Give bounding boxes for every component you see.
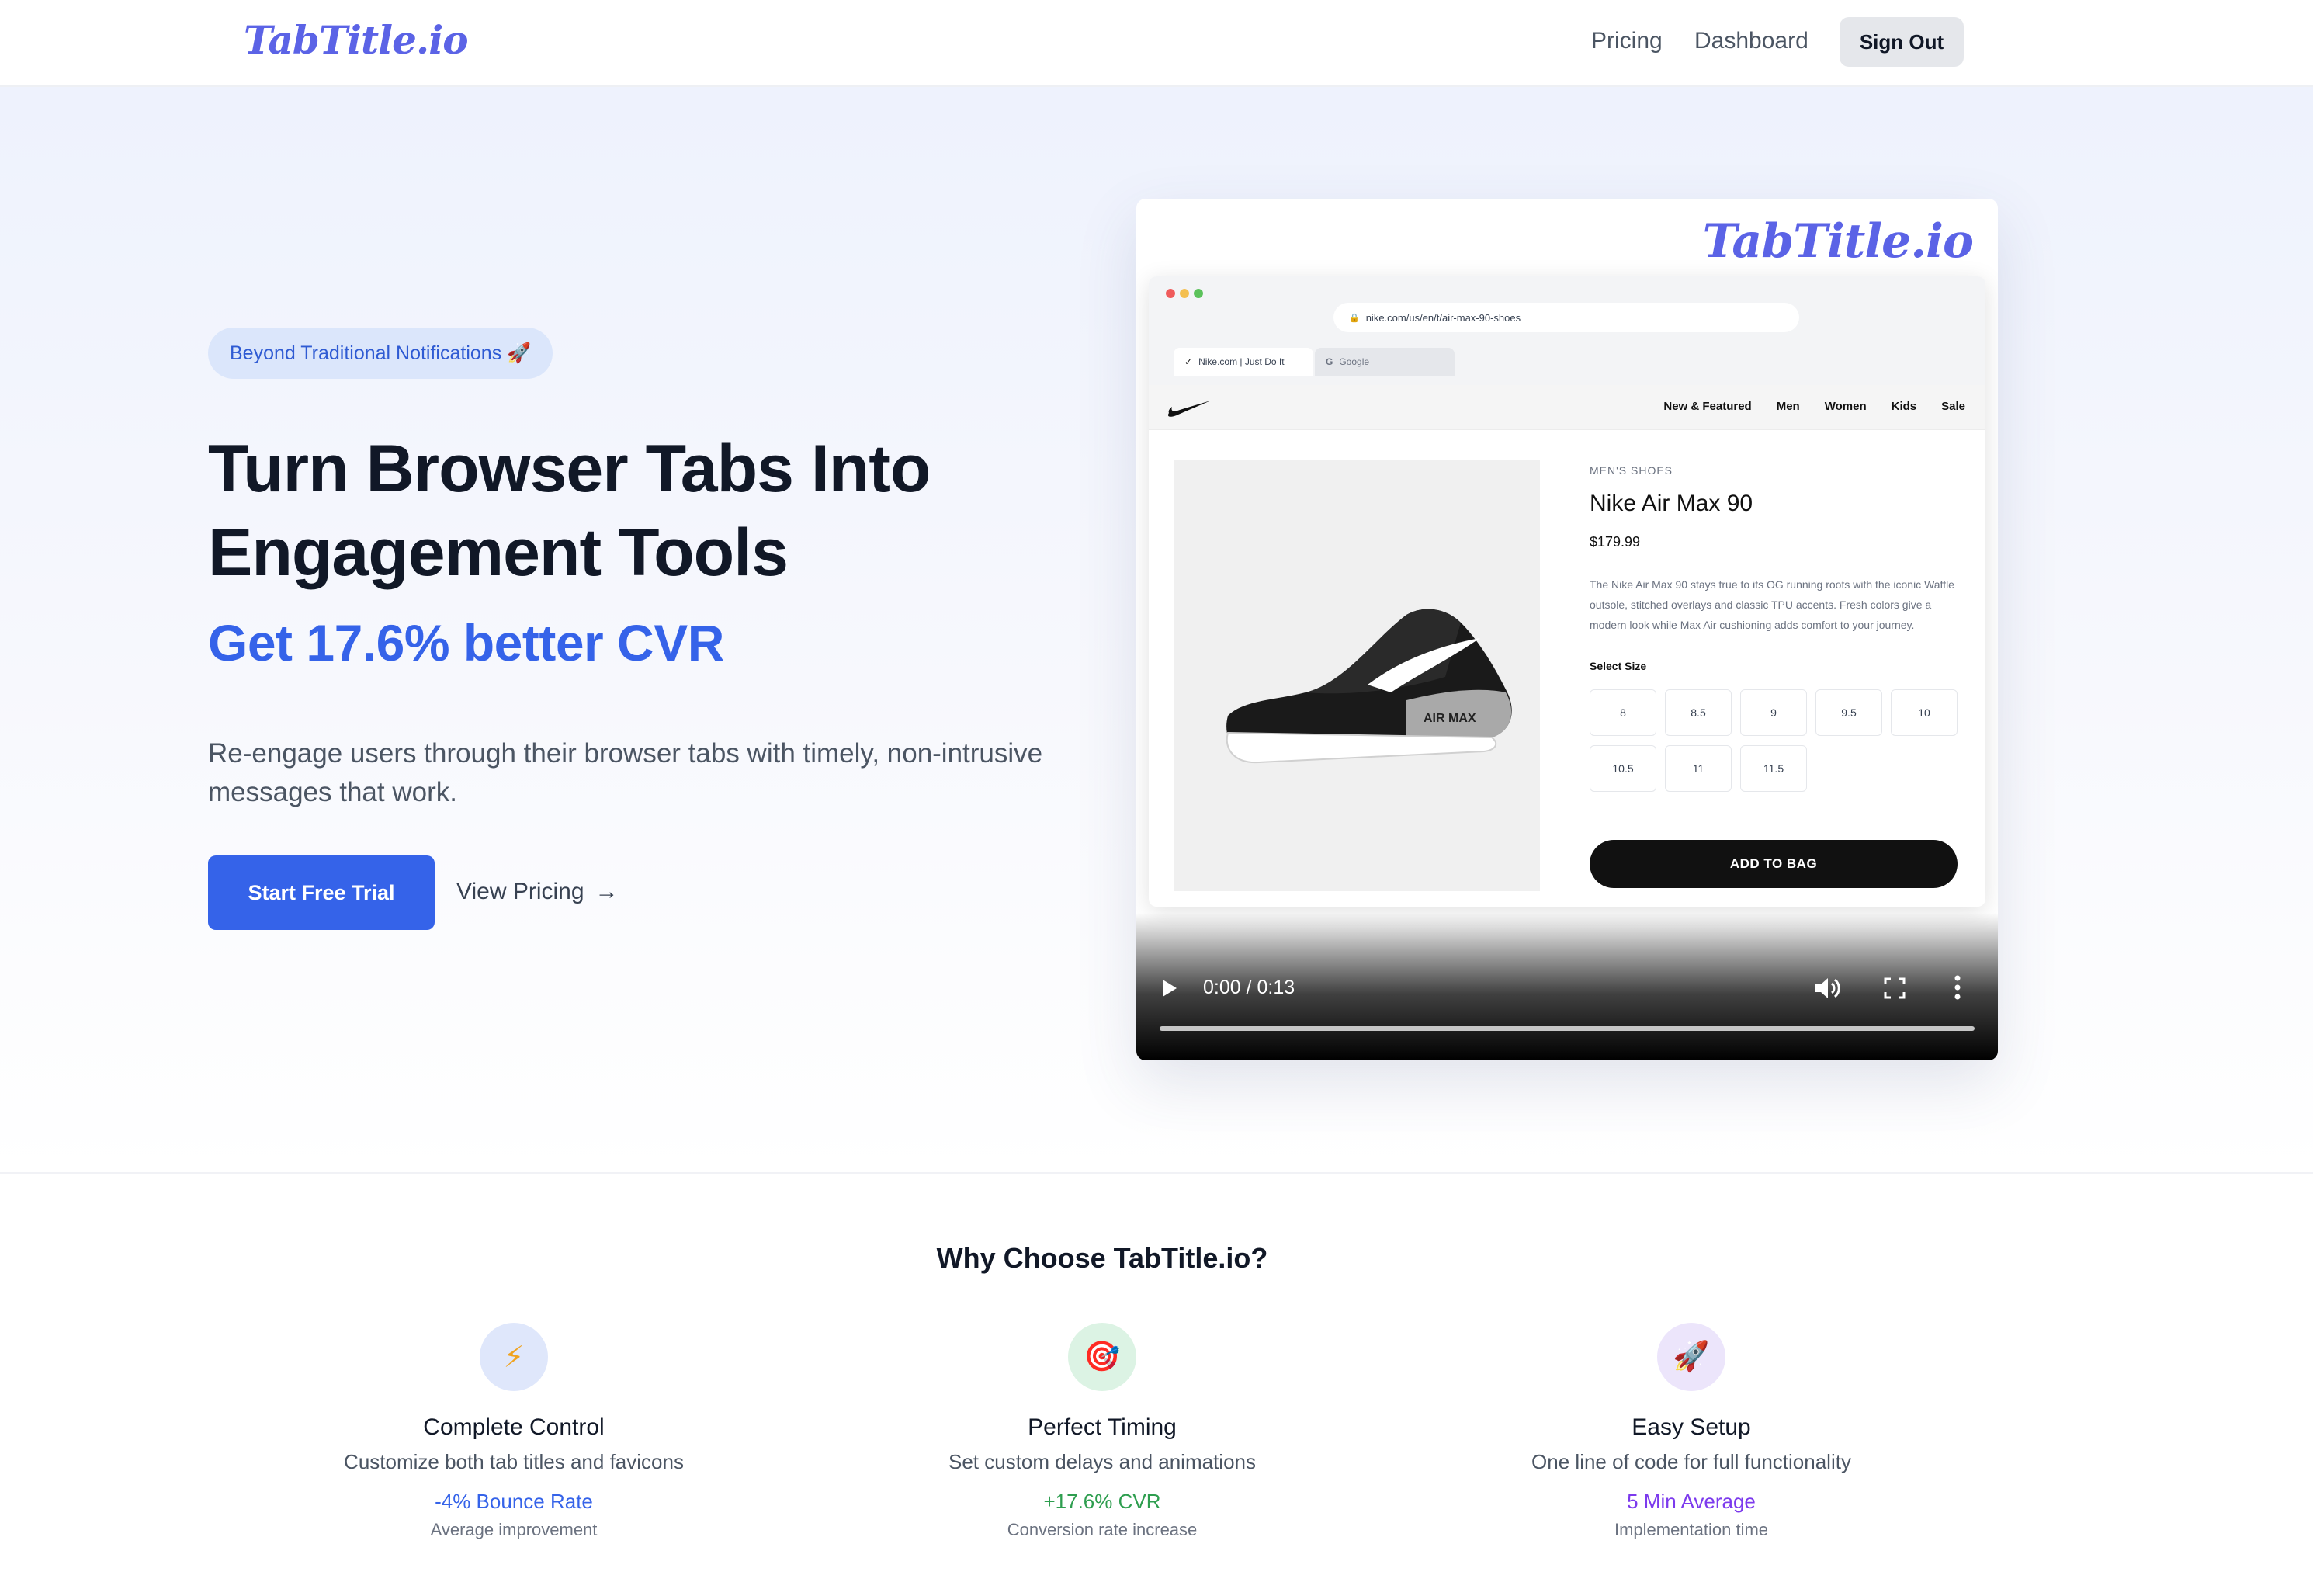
target-icon: 🎯: [1068, 1323, 1136, 1391]
why-section-title: Why Choose TabTitle.io?: [936, 1242, 1268, 1274]
nike-favicon-icon: ✓: [1184, 356, 1193, 367]
browser-chrome: 🔒 nike.com/us/en/t/air-max-90-shoes ✓ Ni…: [1149, 276, 1985, 385]
google-favicon-icon: G: [1326, 356, 1333, 367]
feature-metric: 5 Min Average: [1627, 1490, 1756, 1513]
size-option: 9.5: [1815, 689, 1882, 736]
video-time: 0:00 / 0:13: [1203, 977, 1295, 998]
start-free-trial-button[interactable]: Start Free Trial: [208, 855, 435, 930]
feature-title: Easy Setup: [1632, 1414, 1751, 1440]
feature-description: Set custom delays and animations: [948, 1450, 1256, 1473]
feature-metric-caption: Average improvement: [430, 1520, 598, 1539]
nav-link-dashboard[interactable]: Dashboard: [1694, 28, 1808, 54]
headline-line-1: Turn Browser Tabs Into: [208, 432, 931, 506]
view-pricing-label: View Pricing: [456, 879, 584, 904]
section-divider: [0, 1172, 2313, 1174]
hero-badge: Beyond Traditional Notifications 🚀: [208, 328, 553, 379]
logo[interactable]: TabTitle.io: [244, 17, 469, 63]
size-grid: 8 8.5 9 9.5 10 10.5 11 11.5: [1590, 689, 1959, 792]
feature-card-easy-setup: 🚀 Easy Setup One line of code for full f…: [1396, 1323, 1986, 1540]
browser-mockup: 🔒 nike.com/us/en/t/air-max-90-shoes ✓ Ni…: [1149, 276, 1985, 907]
fullscreen-icon[interactable]: [1883, 977, 1906, 1000]
browser-tab-label: Google: [1339, 356, 1370, 367]
nike-nav-item: Men: [1776, 400, 1800, 413]
arrow-right-icon: →: [595, 879, 619, 904]
product-description: The Nike Air Max 90 stays true to its OG…: [1590, 578, 1954, 631]
address-bar: 🔒 nike.com/us/en/t/air-max-90-shoes: [1333, 303, 1799, 332]
browser-tab-label: Nike.com | Just Do It: [1198, 356, 1285, 367]
size-option: 8: [1590, 689, 1656, 736]
demo-video-player[interactable]: TabTitle.io 🔒 nike.com/us/en/t/air-max-9…: [1136, 199, 1998, 1060]
feature-card-complete-control: ⚡ Complete Control Customize both tab ti…: [219, 1323, 809, 1540]
svg-text:AIR MAX: AIR MAX: [1424, 712, 1476, 725]
window-close-dot-icon: [1166, 289, 1175, 298]
video-watermark-logo: TabTitle.io: [1702, 214, 1974, 269]
nike-nav-item: Sale: [1941, 400, 1965, 413]
product-price: $179.99: [1590, 534, 1641, 550]
window-maximize-dot-icon: [1194, 289, 1203, 298]
hero-description: Re-engage users through their browser ta…: [208, 738, 1043, 807]
rocket-icon: 🚀: [1657, 1323, 1725, 1391]
nike-nav-item: Women: [1824, 400, 1867, 413]
feature-metric-caption: Conversion rate increase: [1007, 1520, 1198, 1539]
browser-tab-google: G Google: [1315, 348, 1455, 376]
size-option: 10: [1891, 689, 1958, 736]
view-pricing-link[interactable]: View Pricing →: [456, 879, 619, 905]
product-category: MEN'S SHOES: [1590, 464, 1673, 477]
size-option: 8.5: [1665, 689, 1732, 736]
nav-link-pricing[interactable]: Pricing: [1591, 28, 1663, 54]
browser-tab-nike: ✓ Nike.com | Just Do It: [1174, 348, 1313, 376]
window-minimize-dot-icon: [1180, 289, 1189, 298]
play-icon[interactable]: [1163, 980, 1177, 997]
volume-icon[interactable]: [1813, 975, 1841, 1001]
nike-nav-item: New & Featured: [1663, 400, 1752, 413]
address-bar-url: nike.com/us/en/t/air-max-90-shoes: [1365, 311, 1521, 324]
feature-title: Complete Control: [423, 1414, 605, 1440]
nike-nav-item: Kids: [1891, 400, 1917, 413]
product-name: Nike Air Max 90: [1590, 491, 1753, 516]
nike-swoosh-logo-icon: [1167, 401, 1211, 417]
feature-metric-caption: Implementation time: [1614, 1520, 1769, 1539]
product-image: AIR MAX: [1174, 460, 1540, 891]
size-option: 9: [1740, 689, 1807, 736]
size-option: 11: [1665, 745, 1732, 792]
size-option: 10.5: [1590, 745, 1656, 792]
lock-icon: 🔒: [1349, 313, 1360, 323]
feature-description: One line of code for full functionality: [1531, 1450, 1851, 1473]
lightning-icon: ⚡: [480, 1323, 548, 1391]
feature-metric: +17.6% CVR: [1043, 1490, 1161, 1513]
feature-title: Perfect Timing: [1028, 1414, 1177, 1440]
hero-headline: Turn Browser Tabs Into Engagement Tools: [208, 427, 1139, 595]
feature-metric: -4% Bounce Rate: [435, 1490, 593, 1513]
video-progress-bar[interactable]: [1160, 1026, 1975, 1031]
hero-subhead: Get 17.6% better CVR: [208, 614, 724, 671]
size-option: 11.5: [1740, 745, 1807, 792]
feature-card-perfect-timing: 🎯 Perfect Timing Set custom delays and a…: [807, 1323, 1397, 1540]
feature-description: Customize both tab titles and favicons: [344, 1450, 684, 1473]
headline-line-2: Engagement Tools: [208, 515, 789, 590]
nike-site-nav: New & Featured Men Women Kids Sale: [1149, 385, 1985, 430]
select-size-label: Select Size: [1590, 660, 1647, 672]
sign-out-button[interactable]: Sign Out: [1840, 17, 1964, 67]
top-nav: TabTitle.io Pricing Dashboard Sign Out: [0, 0, 2313, 87]
nike-nav-items: New & Featured Men Women Kids Sale: [1663, 400, 1965, 413]
sneaker-image-icon: AIR MAX: [1226, 609, 1512, 764]
add-to-bag-button: ADD TO BAG: [1590, 840, 1958, 888]
more-options-icon[interactable]: [1950, 972, 1965, 1003]
